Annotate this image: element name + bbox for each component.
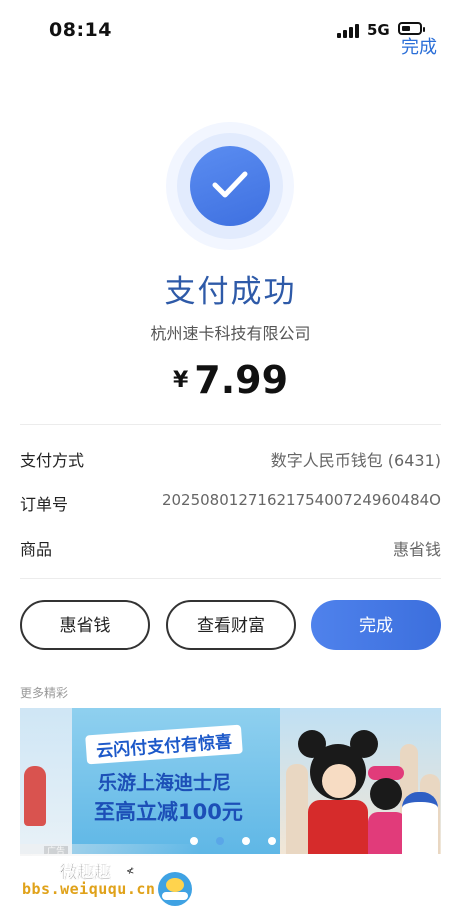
detail-value: 惠省钱 — [392, 540, 441, 559]
detail-label: 支付方式 — [20, 451, 85, 470]
divider — [20, 578, 441, 579]
detail-label: 订单号 — [20, 495, 69, 514]
divider — [20, 424, 441, 425]
detail-value: 数字人民币钱包 (6431) — [270, 451, 441, 470]
huishengqian-button[interactable]: 惠省钱 — [20, 600, 150, 650]
watermark-url: bbs.weiququ.cn — [22, 880, 156, 898]
watermark-mark: ≮ — [126, 866, 135, 877]
payment-amount: ¥7.99 — [0, 358, 461, 402]
watermark-mascot-icon — [158, 872, 192, 906]
banner-offer: 至高立减100元 — [94, 800, 243, 824]
amount-value: 7.99 — [194, 358, 289, 402]
banner-subtitle: 乐游上海迪士尼 — [98, 772, 232, 794]
person-image — [24, 766, 46, 826]
status-bar: 08:14 5G 完成 — [0, 0, 461, 60]
signal-icon — [337, 22, 361, 38]
more-section-label: 更多精彩 — [20, 686, 69, 700]
carousel-dots[interactable] — [190, 830, 294, 849]
promo-banner[interactable]: 云闪付支付有惊喜 乐游上海迪士尼 至高立减100元 广告 — [20, 708, 441, 854]
payment-status-title: 支付成功 — [164, 274, 297, 310]
done-button[interactable]: 完成 — [311, 600, 441, 650]
checkmark-icon — [212, 171, 248, 198]
view-wealth-button[interactable]: 查看财富 — [166, 600, 296, 650]
detail-value: 2025080127162175400724960484O — [161, 491, 441, 509]
clock: 08:14 — [49, 19, 112, 41]
merchant-name: 杭州速卡科技有限公司 — [150, 324, 311, 343]
disney-characters-image — [280, 708, 441, 854]
header-done-button[interactable]: 完成 — [401, 33, 437, 59]
banner-headline: 云闪付支付有惊喜 — [85, 724, 243, 765]
detail-row-payment-method: 支付方式 数字人民币钱包 (6431) — [20, 447, 441, 477]
currency-symbol: ¥ — [172, 368, 189, 393]
detail-row-order-number: 订单号 2025080127162175400724960484O — [20, 491, 441, 521]
success-icon — [166, 122, 294, 250]
detail-row-product: 商品 惠省钱 — [20, 536, 441, 566]
detail-label: 商品 — [20, 540, 53, 559]
network-type: 5G — [367, 21, 390, 39]
